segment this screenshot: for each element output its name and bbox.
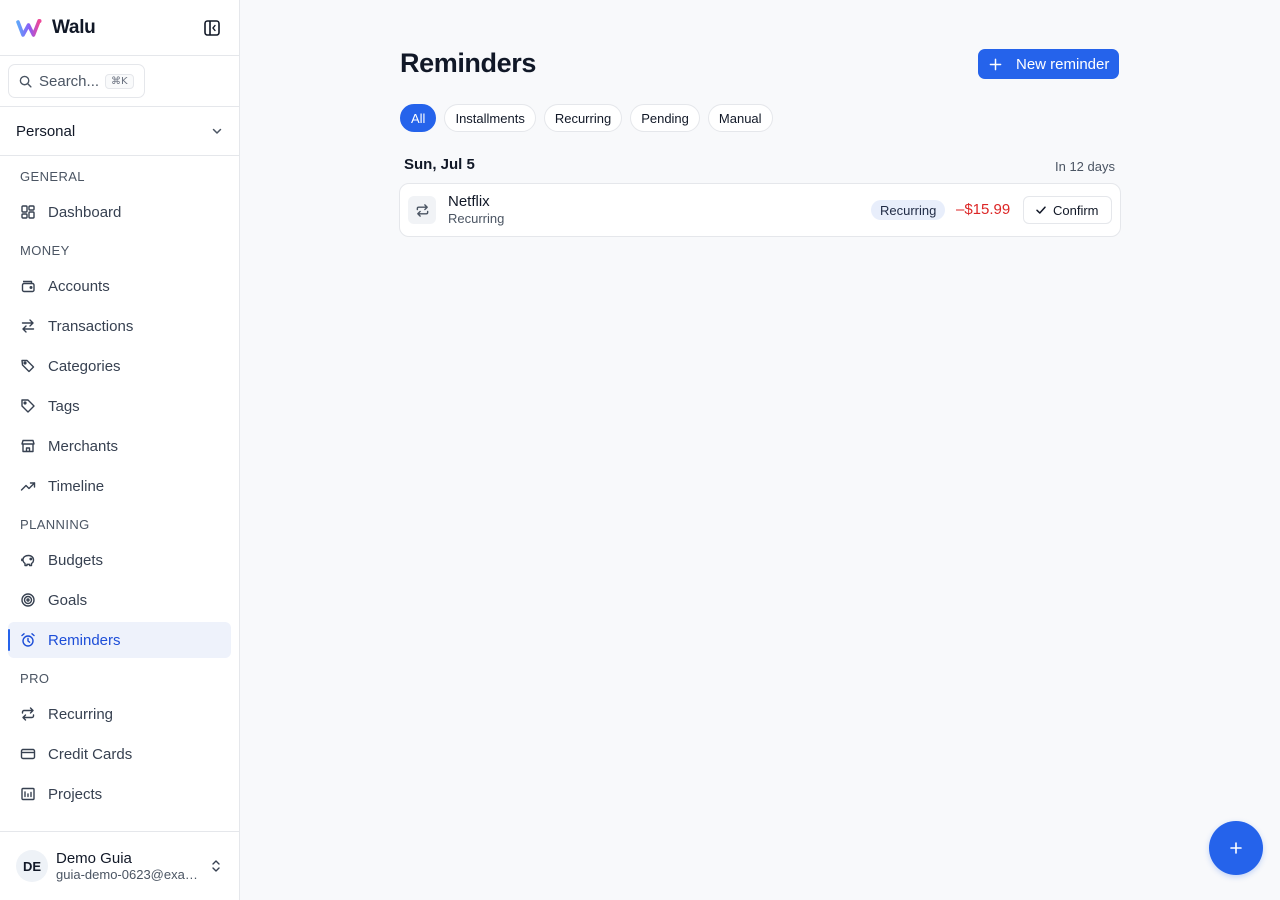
sidebar-item-merchants[interactable]: Merchants	[8, 428, 231, 464]
repeat-icon	[416, 203, 428, 217]
section-label-money: MONEY	[20, 243, 70, 258]
sidebar-item-label: Categories	[48, 357, 121, 375]
sidebar-item-label: Goals	[48, 591, 88, 609]
user-name: Demo Guia	[56, 849, 132, 867]
workspace-selector[interactable]: Personal	[0, 107, 239, 156]
search-label: Search...	[39, 72, 100, 90]
brand-header: Walu	[0, 0, 239, 56]
sidebar-item-label: Dashboard	[48, 203, 122, 221]
new-reminder-label: New reminder	[1016, 55, 1110, 73]
alarm-clock-icon	[21, 633, 35, 647]
sidebar-collapse-icon[interactable]	[203, 19, 221, 37]
sidebar-item-projects[interactable]: Projects	[8, 776, 231, 812]
sidebar-item-label: Transactions	[48, 317, 134, 335]
main-content: Reminders New reminder All Installments …	[240, 0, 1280, 900]
sidebar-item-label: Reminders	[48, 631, 121, 649]
piggy-bank-icon	[21, 554, 35, 567]
filter-all[interactable]: All	[400, 104, 437, 132]
reminder-title: Netflix	[448, 193, 490, 210]
tags-icon	[21, 359, 35, 373]
tag-icon	[21, 399, 35, 413]
user-email: guia-demo-0623@example.com	[56, 866, 198, 882]
sidebar: Walu Search... ⌘K Personal GENERAL Dashb…	[0, 0, 240, 900]
filter-chips: All Installments Recurring Pending Manua…	[400, 104, 773, 132]
trending-up-icon	[20, 482, 36, 491]
page-title: Reminders	[400, 48, 536, 78]
sidebar-item-transactions[interactable]: Transactions	[8, 308, 231, 344]
group-date: Sun, Jul 5	[404, 156, 475, 173]
sidebar-item-reminders[interactable]: Reminders	[8, 622, 231, 658]
sidebar-item-label: Tags	[48, 397, 80, 415]
sidebar-item-dashboard[interactable]: Dashboard	[8, 194, 231, 230]
reminder-type-badge: Recurring	[871, 200, 946, 220]
target-icon	[21, 593, 35, 607]
section-label-general: GENERAL	[20, 169, 85, 184]
search-area: Search... ⌘K	[0, 56, 239, 107]
sidebar-item-credit-cards[interactable]: Credit Cards	[8, 736, 231, 772]
section-label-pro: PRO	[20, 671, 50, 686]
dashboard-icon	[21, 205, 35, 219]
sidebar-item-tags[interactable]: Tags	[8, 388, 231, 424]
reminder-subtitle: Recurring	[448, 211, 505, 226]
sidebar-item-categories[interactable]: Categories	[8, 348, 231, 384]
credit-card-icon	[20, 748, 36, 760]
filter-pending[interactable]: Pending	[630, 104, 700, 132]
sidebar-nav: GENERAL Dashboard MONEY Accounts Transac…	[0, 156, 239, 812]
sidebar-item-goals[interactable]: Goals	[8, 582, 231, 618]
sidebar-item-accounts[interactable]: Accounts	[8, 268, 231, 304]
store-icon	[21, 439, 35, 453]
sidebar-item-recurring[interactable]: Recurring	[8, 696, 231, 732]
sidebar-item-timeline[interactable]: Timeline	[8, 468, 231, 504]
search-button[interactable]: Search... ⌘K	[8, 64, 145, 98]
confirm-label: Confirm	[1053, 202, 1099, 218]
filter-manual[interactable]: Manual	[707, 104, 773, 132]
reminder-amount: –$15.99	[956, 201, 1011, 218]
workspace-label: Personal	[16, 122, 76, 140]
chevron-up-down-icon	[212, 860, 220, 872]
sidebar-item-label: Projects	[48, 785, 103, 803]
sidebar-item-label: Recurring	[48, 705, 114, 723]
search-icon	[19, 75, 32, 88]
confirm-button[interactable]: Confirm	[1023, 196, 1112, 224]
app-name: Walu	[52, 16, 96, 38]
plus-icon	[989, 58, 1002, 70]
sidebar-item-label: Timeline	[48, 477, 105, 495]
chevron-down-icon	[212, 128, 222, 134]
floating-add-button[interactable]	[1209, 821, 1263, 875]
group-relative-date: In 12 days	[1055, 159, 1115, 174]
sidebar-item-label: Budgets	[48, 551, 104, 569]
filter-recurring[interactable]: Recurring	[543, 104, 623, 132]
wallet-icon	[21, 280, 35, 293]
plus-icon	[1230, 842, 1242, 854]
search-shortcut-badge: ⌘K	[105, 73, 134, 89]
sidebar-item-label: Merchants	[48, 437, 119, 455]
walu-logo-icon	[16, 18, 42, 37]
user-menu[interactable]: DE Demo Guia guia-demo-0623@example.com	[0, 831, 239, 900]
user-info: Demo Guia guia-demo-0623@example.com	[56, 850, 209, 883]
transfer-arrows-icon	[21, 319, 35, 333]
projects-chart-icon	[21, 787, 35, 801]
sidebar-item-label: Accounts	[48, 277, 110, 295]
section-label-planning: PLANNING	[20, 517, 90, 532]
reminder-card[interactable]: Netflix Recurring Recurring –$15.99 Conf…	[399, 183, 1121, 237]
sidebar-item-label: Credit Cards	[48, 745, 133, 763]
reminder-type-icon-wrap	[408, 196, 436, 224]
avatar: DE	[16, 850, 48, 882]
check-icon	[1036, 206, 1046, 214]
repeat-icon	[21, 707, 35, 721]
sidebar-item-budgets[interactable]: Budgets	[8, 542, 231, 578]
filter-installments[interactable]: Installments	[444, 104, 536, 132]
new-reminder-button[interactable]: New reminder	[978, 49, 1119, 79]
